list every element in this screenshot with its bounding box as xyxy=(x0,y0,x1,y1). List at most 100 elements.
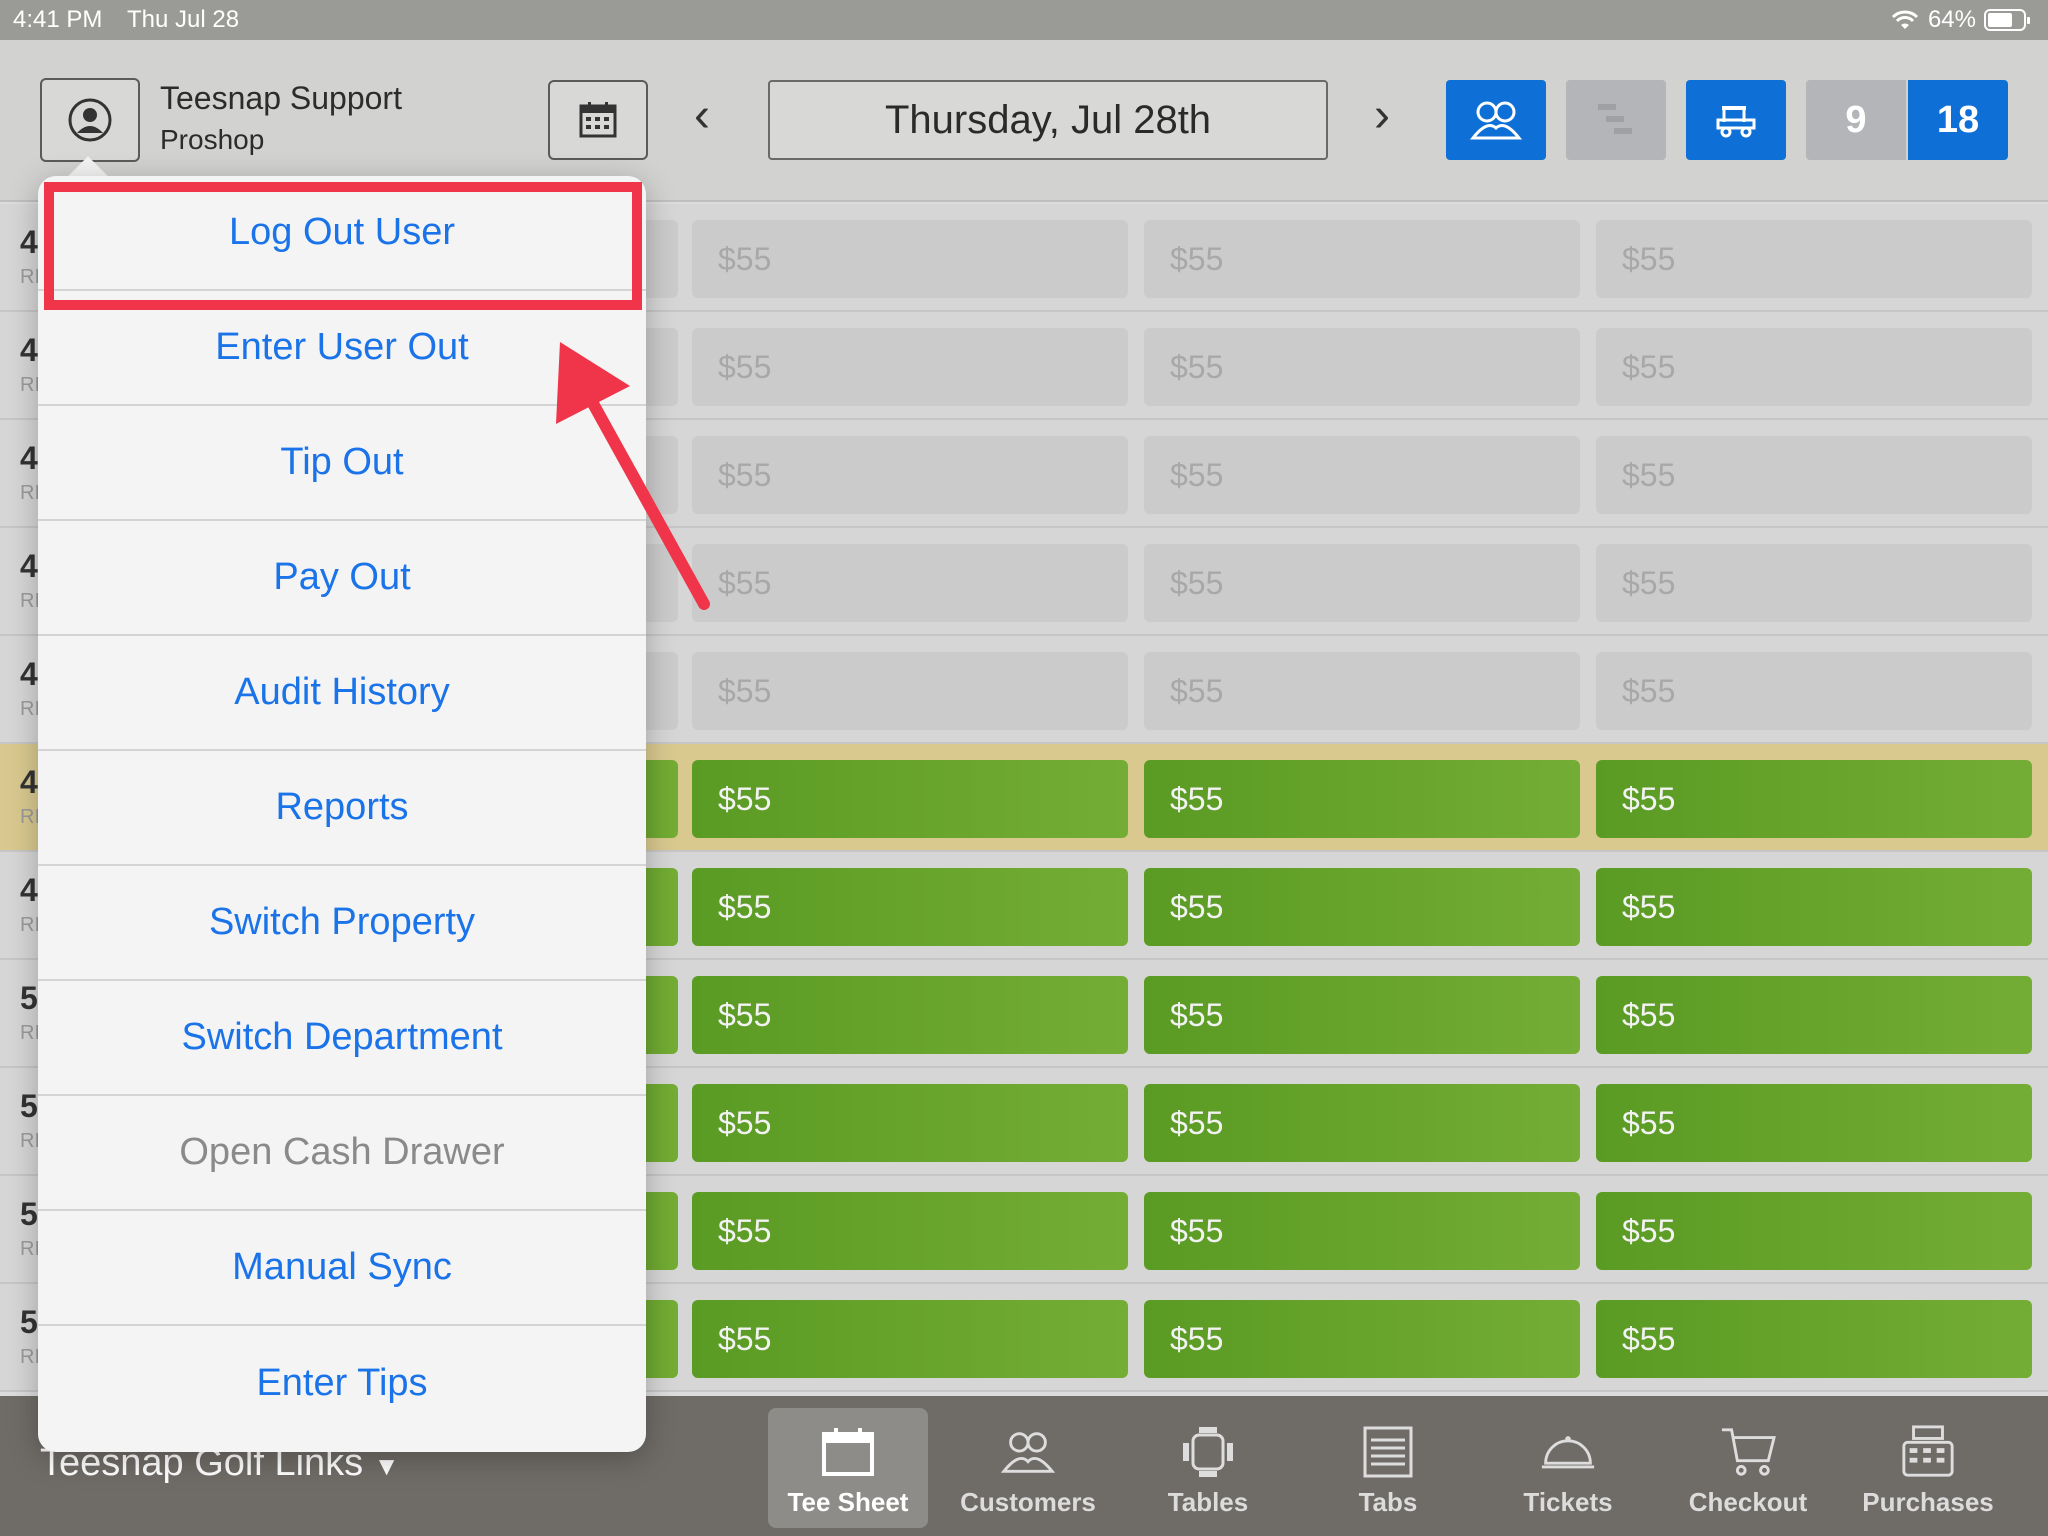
tee-slot-cell[interactable]: $55 xyxy=(1144,544,1580,622)
tee-time-sub: RI xyxy=(20,1346,40,1368)
tee-time-sub: RI xyxy=(20,698,40,720)
battery-icon xyxy=(1984,9,2030,31)
tee-time: 4 xyxy=(20,872,38,908)
tee-slot-cell[interactable]: $55 xyxy=(1144,868,1580,946)
tee-slot-cell[interactable]: $55 xyxy=(1596,1084,2032,1162)
tab-label: Tables xyxy=(1167,1487,1249,1517)
menu-item-enter-tips[interactable]: Enter Tips xyxy=(38,1326,646,1441)
tee-slot-cell[interactable]: $55 xyxy=(692,1084,1128,1162)
tee-slot-cell[interactable]: $55 xyxy=(692,976,1128,1054)
user-menu-popover: Log Out User Enter User Out Tip Out Pay Out… xyxy=(38,176,646,1452)
tee-slot-cell[interactable]: $55 xyxy=(1596,760,2032,838)
players-view-button[interactable] xyxy=(1446,80,1546,160)
tab-customers[interactable]: Customers xyxy=(948,1408,1108,1528)
tab-tee-sheet[interactable]: Tee Sheet xyxy=(768,1408,928,1528)
tab-checkout[interactable]: Checkout xyxy=(1668,1408,1828,1528)
menu-item-tip-out[interactable]: Tip Out xyxy=(38,406,646,521)
tee-slot-cell[interactable]: $55 xyxy=(692,1300,1128,1378)
menu-item-log-out-user[interactable]: Log Out User xyxy=(38,176,646,291)
people-icon xyxy=(1000,1425,1056,1479)
chevron-left-icon[interactable]: ‹ xyxy=(694,92,710,140)
tee-slot-cell[interactable]: $55 xyxy=(1596,976,2032,1054)
cloche-icon xyxy=(1540,1425,1596,1479)
players-icon xyxy=(1469,101,1523,140)
tee-slot-cell[interactable]: $55 xyxy=(1596,1192,2032,1270)
tee-slot-cell[interactable]: $55 xyxy=(692,436,1128,514)
user-avatar-icon xyxy=(68,98,112,142)
bars-icon xyxy=(1598,104,1632,134)
battery-percent: 64% xyxy=(1927,6,1976,33)
status-time: 4:41 PM xyxy=(13,6,103,33)
waitlist-view-button[interactable] xyxy=(1566,80,1666,160)
status-date: Thu Jul 28 xyxy=(127,6,240,33)
holes-18-button[interactable]: 18 xyxy=(1908,80,2008,160)
tee-slot-cell[interactable]: $55 xyxy=(692,760,1128,838)
tab-label: Tickets xyxy=(1523,1487,1613,1517)
table-icon xyxy=(1180,1425,1236,1479)
golf-cart-icon xyxy=(1716,106,1756,138)
menu-item-pay-out[interactable]: Pay Out xyxy=(38,521,646,636)
tee-slot-cell[interactable]: $55 xyxy=(1596,1300,2032,1378)
tab-label: Checkout xyxy=(1688,1487,1808,1517)
tee-slot-cell[interactable]: $55 xyxy=(1144,436,1580,514)
chevron-right-icon[interactable]: › xyxy=(1374,92,1390,140)
wifi-icon xyxy=(1891,10,1919,29)
tee-time: 5 xyxy=(20,1088,38,1124)
tee-time: 5 xyxy=(20,1304,38,1340)
tee-slot-cell[interactable]: $55 xyxy=(1144,1300,1580,1378)
tee-slot-cell[interactable]: $55 xyxy=(692,328,1128,406)
tee-slot-cell[interactable]: $55 xyxy=(1596,544,2032,622)
status-bar: 4:41 PM Thu Jul 28 64% xyxy=(0,0,2048,40)
tee-slot-cell[interactable]: $55 xyxy=(692,1192,1128,1270)
tee-slot-cell[interactable]: $55 xyxy=(692,868,1128,946)
tee-slot-cell[interactable]: $55 xyxy=(692,544,1128,622)
tee-time: 5 xyxy=(20,980,38,1016)
tee-slot-cell[interactable]: $55 xyxy=(692,220,1128,298)
tee-time: 4 xyxy=(20,548,38,584)
tee-time: 4 xyxy=(20,332,38,368)
tee-slot-cell[interactable]: $55 xyxy=(1596,652,2032,730)
tee-time-sub: RI xyxy=(20,914,40,936)
holes-9-button[interactable]: 9 xyxy=(1806,80,1906,160)
calendar-icon xyxy=(820,1425,876,1479)
tee-time: 4 xyxy=(20,224,38,260)
user-name: Teesnap Support xyxy=(160,80,402,116)
tab-label: Purchases xyxy=(1862,1487,1994,1517)
menu-item-open-cash-drawer: Open Cash Drawer xyxy=(38,1096,646,1211)
tab-tables[interactable]: Tables xyxy=(1128,1408,1288,1528)
user-department: Proshop xyxy=(160,124,265,155)
tee-slot-cell[interactable]: $55 xyxy=(1144,328,1580,406)
tab-tabs[interactable]: Tabs xyxy=(1308,1408,1468,1528)
menu-item-switch-property[interactable]: Switch Property xyxy=(38,866,646,981)
tee-slot-cell[interactable]: $55 xyxy=(1144,760,1580,838)
tee-slot-cell[interactable]: $55 xyxy=(1144,976,1580,1054)
tee-time: 4 xyxy=(20,440,38,476)
tab-tickets[interactable]: Tickets xyxy=(1488,1408,1648,1528)
tab-label: Tee Sheet xyxy=(787,1487,909,1517)
date-selector[interactable]: Thursday, Jul 28th xyxy=(768,80,1328,160)
tee-slot-cell[interactable]: $55 xyxy=(692,652,1128,730)
tee-slot-cell[interactable]: $55 xyxy=(1144,220,1580,298)
tee-time-sub: RI xyxy=(20,1238,40,1260)
menu-item-manual-sync[interactable]: Manual Sync xyxy=(38,1211,646,1326)
tab-purchases[interactable]: Purchases xyxy=(1848,1408,2008,1528)
tee-slot-cell[interactable]: $55 xyxy=(1596,220,2032,298)
tee-time-sub: RI xyxy=(20,590,40,612)
tee-slot-cell[interactable]: $55 xyxy=(1144,1084,1580,1162)
menu-item-reports[interactable]: Reports xyxy=(38,751,646,866)
calendar-button[interactable] xyxy=(548,80,648,160)
tee-slot-cell[interactable]: $55 xyxy=(1596,868,2032,946)
tee-time: 4 xyxy=(20,656,38,692)
tee-slot-cell[interactable]: $55 xyxy=(1144,1192,1580,1270)
caret-down-icon: ▼ xyxy=(373,1451,400,1481)
receipt-icon xyxy=(1360,1425,1416,1479)
tee-slot-cell[interactable]: $55 xyxy=(1596,436,2032,514)
user-menu-button[interactable] xyxy=(40,78,140,162)
menu-item-audit-history[interactable]: Audit History xyxy=(38,636,646,751)
tee-slot-cell[interactable]: $55 xyxy=(1144,652,1580,730)
menu-item-switch-department[interactable]: Switch Department xyxy=(38,981,646,1096)
menu-item-enter-user-out[interactable]: Enter User Out xyxy=(38,291,646,406)
cart-view-button[interactable] xyxy=(1686,80,1786,160)
tee-time-sub: RI xyxy=(20,1022,40,1044)
tee-slot-cell[interactable]: $55 xyxy=(1596,328,2032,406)
